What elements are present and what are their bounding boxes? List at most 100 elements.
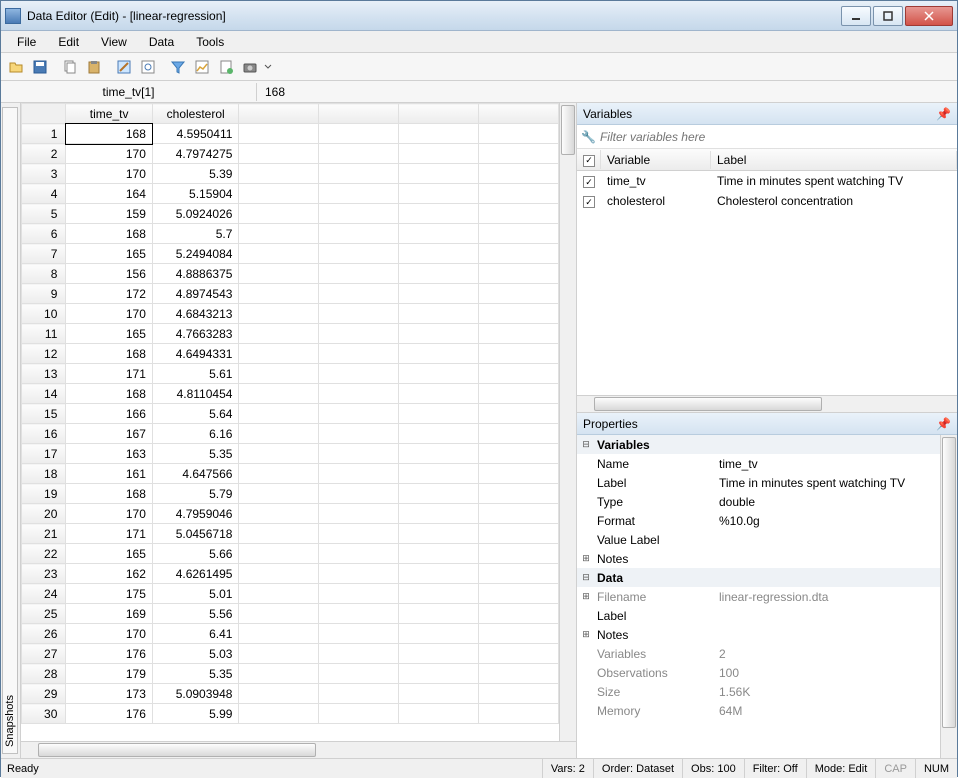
table-row[interactable]: 17 163 5.35 bbox=[22, 444, 559, 464]
props-value[interactable]: 100 bbox=[715, 666, 940, 680]
maximize-button[interactable] bbox=[873, 6, 903, 26]
cell-time_tv[interactable]: 169 bbox=[66, 604, 153, 624]
props-row-notes[interactable]: ⊞ Notes bbox=[577, 549, 940, 568]
table-row[interactable]: 26 170 6.41 bbox=[22, 624, 559, 644]
row-header[interactable]: 7 bbox=[22, 244, 66, 264]
menu-view[interactable]: View bbox=[91, 33, 137, 51]
cell-cholesterol[interactable]: 5.15904 bbox=[152, 184, 239, 204]
cell-time_tv[interactable]: 167 bbox=[66, 424, 153, 444]
table-row[interactable]: 29 173 5.0903948 bbox=[22, 684, 559, 704]
table-row[interactable]: 14 168 4.8110454 bbox=[22, 384, 559, 404]
cell-cholesterol[interactable]: 4.6494331 bbox=[152, 344, 239, 364]
props-section-data[interactable]: ⊟ Data bbox=[577, 568, 940, 587]
row-header[interactable]: 6 bbox=[22, 224, 66, 244]
cell-value[interactable]: 168 bbox=[257, 83, 957, 101]
props-row-variables[interactable]: Variables 2 bbox=[577, 644, 940, 663]
save-icon[interactable] bbox=[29, 56, 51, 78]
cell-cholesterol[interactable]: 5.03 bbox=[152, 644, 239, 664]
properties-vertical-scrollbar[interactable] bbox=[940, 435, 957, 758]
cell-time_tv[interactable]: 168 bbox=[66, 124, 153, 144]
row-header[interactable]: 10 bbox=[22, 304, 66, 324]
cell-time_tv[interactable]: 168 bbox=[66, 484, 153, 504]
row-header[interactable]: 26 bbox=[22, 624, 66, 644]
row-header[interactable]: 21 bbox=[22, 524, 66, 544]
open-icon[interactable] bbox=[5, 56, 27, 78]
paste-icon[interactable] bbox=[83, 56, 105, 78]
row-header[interactable]: 1 bbox=[22, 124, 66, 144]
cell-cholesterol[interactable]: 5.39 bbox=[152, 164, 239, 184]
cell-time_tv[interactable]: 159 bbox=[66, 204, 153, 224]
cell-cholesterol[interactable]: 4.6261495 bbox=[152, 564, 239, 584]
pin-icon[interactable]: 📌 bbox=[936, 107, 951, 121]
cell-time_tv[interactable]: 163 bbox=[66, 444, 153, 464]
cell-cholesterol[interactable]: 5.64 bbox=[152, 404, 239, 424]
table-row[interactable]: 13 171 5.61 bbox=[22, 364, 559, 384]
cell-time_tv[interactable]: 165 bbox=[66, 244, 153, 264]
row-header[interactable]: 8 bbox=[22, 264, 66, 284]
variables-manager-icon[interactable] bbox=[191, 56, 213, 78]
cell-time_tv[interactable]: 164 bbox=[66, 184, 153, 204]
table-row[interactable]: 25 169 5.56 bbox=[22, 604, 559, 624]
props-row-size[interactable]: Size 1.56K bbox=[577, 682, 940, 701]
props-value[interactable]: Time in minutes spent watching TV bbox=[715, 476, 940, 490]
copy-icon[interactable] bbox=[59, 56, 81, 78]
variables-horizontal-scrollbar[interactable] bbox=[577, 395, 957, 412]
check-all-icon[interactable]: ✓ bbox=[583, 155, 595, 167]
menu-file[interactable]: File bbox=[7, 33, 46, 51]
column-header-time_tv[interactable]: time_tv bbox=[66, 104, 153, 124]
collapse-icon[interactable]: ⊟ bbox=[577, 572, 595, 583]
table-row[interactable]: 27 176 5.03 bbox=[22, 644, 559, 664]
table-row[interactable]: 12 168 4.6494331 bbox=[22, 344, 559, 364]
props-row-notes[interactable]: ⊞ Notes bbox=[577, 625, 940, 644]
props-row-type[interactable]: Type double bbox=[577, 492, 940, 511]
cell-cholesterol[interactable]: 5.2494084 bbox=[152, 244, 239, 264]
row-header[interactable]: 12 bbox=[22, 344, 66, 364]
table-row[interactable]: 3 170 5.39 bbox=[22, 164, 559, 184]
cell-time_tv[interactable]: 171 bbox=[66, 524, 153, 544]
table-row[interactable]: 4 164 5.15904 bbox=[22, 184, 559, 204]
cell-time_tv[interactable]: 173 bbox=[66, 684, 153, 704]
table-row[interactable]: 21 171 5.0456718 bbox=[22, 524, 559, 544]
cell-time_tv[interactable]: 168 bbox=[66, 384, 153, 404]
row-header[interactable]: 11 bbox=[22, 324, 66, 344]
props-row-label[interactable]: Label bbox=[577, 606, 940, 625]
expand-icon[interactable]: ⊞ bbox=[577, 591, 595, 602]
cell-cholesterol[interactable]: 5.56 bbox=[152, 604, 239, 624]
cell-cholesterol[interactable]: 5.35 bbox=[152, 664, 239, 684]
filter-icon[interactable] bbox=[167, 56, 189, 78]
cell-time_tv[interactable]: 156 bbox=[66, 264, 153, 284]
cell-time_tv[interactable]: 165 bbox=[66, 324, 153, 344]
table-row[interactable]: 6 168 5.7 bbox=[22, 224, 559, 244]
edit-mode-icon[interactable] bbox=[113, 56, 135, 78]
table-row[interactable]: 15 166 5.64 bbox=[22, 404, 559, 424]
table-row[interactable]: 30 176 5.99 bbox=[22, 704, 559, 724]
cell-cholesterol[interactable]: 4.6843213 bbox=[152, 304, 239, 324]
variable-row-cholesterol[interactable]: ✓ cholesterol Cholesterol concentration bbox=[577, 191, 957, 211]
column-header-cholesterol[interactable]: cholesterol bbox=[152, 104, 239, 124]
table-row[interactable]: 23 162 4.6261495 bbox=[22, 564, 559, 584]
cell-time_tv[interactable]: 168 bbox=[66, 344, 153, 364]
minimize-button[interactable] bbox=[841, 6, 871, 26]
snapshots-tab[interactable]: Snapshots bbox=[1, 103, 21, 758]
expand-icon[interactable]: ⊞ bbox=[577, 629, 595, 640]
checkbox-icon[interactable]: ✓ bbox=[583, 176, 595, 188]
browse-mode-icon[interactable] bbox=[137, 56, 159, 78]
data-grid[interactable]: time_tvcholesterol 1 168 4.5950411 2 170… bbox=[21, 103, 559, 741]
cell-reference[interactable]: time_tv[1] bbox=[1, 83, 257, 101]
props-value[interactable]: %10.0g bbox=[715, 514, 940, 528]
props-row-label[interactable]: Label Time in minutes spent watching TV bbox=[577, 473, 940, 492]
row-header[interactable]: 9 bbox=[22, 284, 66, 304]
table-row[interactable]: 16 167 6.16 bbox=[22, 424, 559, 444]
props-value[interactable]: 2 bbox=[715, 647, 940, 661]
cell-time_tv[interactable]: 161 bbox=[66, 464, 153, 484]
checkbox-icon[interactable]: ✓ bbox=[583, 196, 595, 208]
row-header[interactable]: 25 bbox=[22, 604, 66, 624]
row-header[interactable]: 15 bbox=[22, 404, 66, 424]
cell-cholesterol[interactable]: 4.8886375 bbox=[152, 264, 239, 284]
cell-time_tv[interactable]: 170 bbox=[66, 624, 153, 644]
props-value[interactable]: linear-regression.dta bbox=[715, 590, 940, 604]
cell-cholesterol[interactable]: 6.16 bbox=[152, 424, 239, 444]
wrench-icon[interactable]: 🔧 bbox=[581, 130, 596, 144]
row-header[interactable]: 27 bbox=[22, 644, 66, 664]
cell-cholesterol[interactable]: 5.0456718 bbox=[152, 524, 239, 544]
